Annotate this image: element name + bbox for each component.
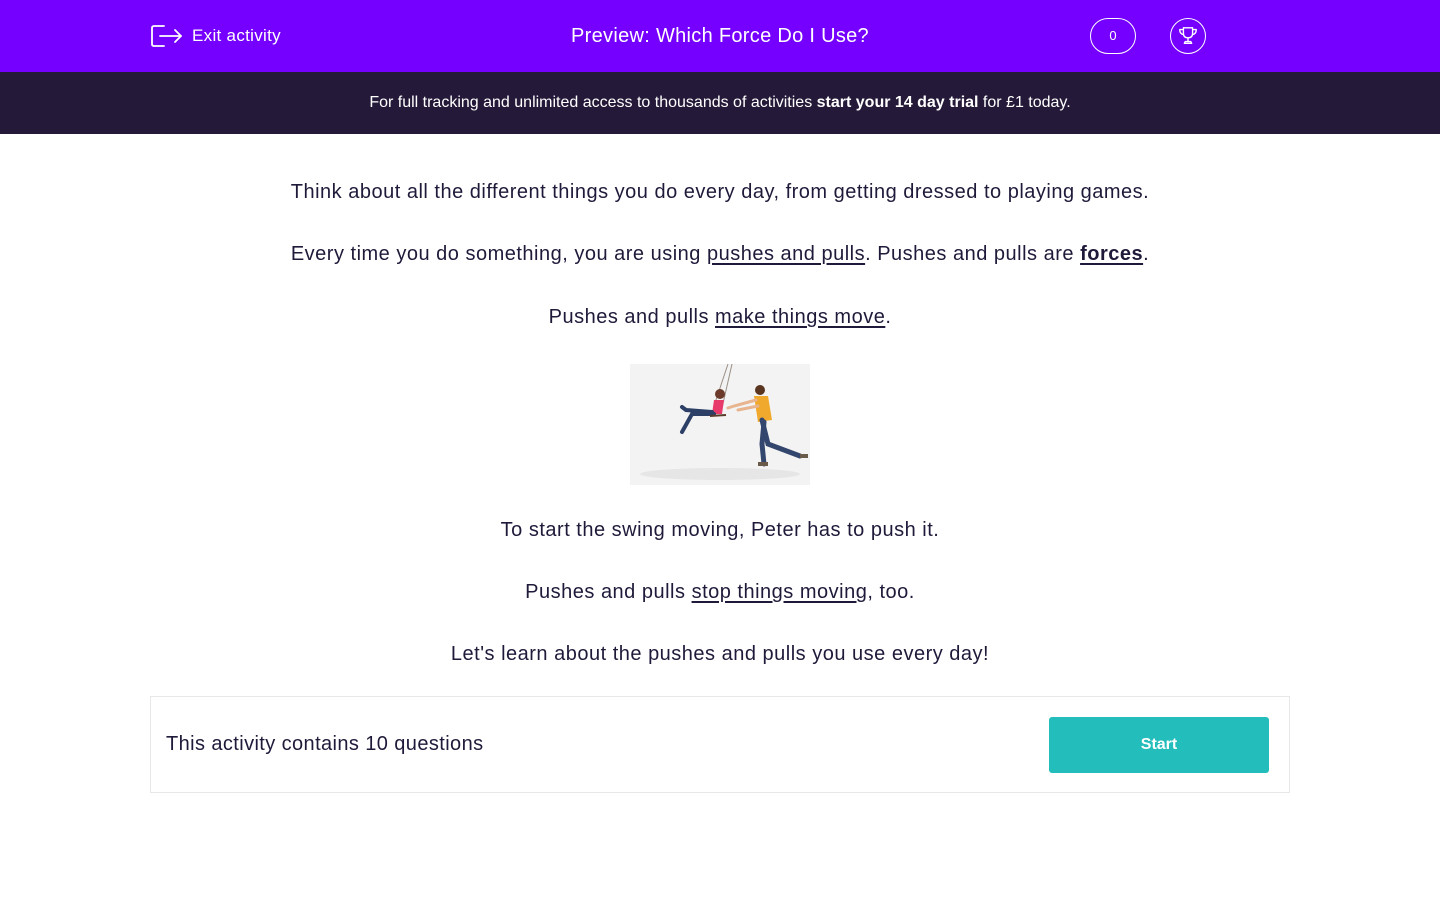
text-span: . bbox=[885, 306, 892, 328]
text-span: . bbox=[1143, 243, 1150, 265]
activity-start-card: This activity contains 10 questions Star… bbox=[150, 696, 1290, 793]
intro-paragraph-1: Think about all the different things you… bbox=[290, 181, 1150, 203]
intro-paragraph-4: To start the swing moving, Peter has to … bbox=[500, 519, 940, 541]
trial-banner: For full tracking and unlimited access t… bbox=[0, 72, 1440, 134]
top-bar: Exit activity Preview: Which Force Do I … bbox=[0, 0, 1440, 72]
text-span: Pushes and pulls bbox=[548, 306, 716, 328]
intro-paragraph-5: Pushes and pulls stop things moving, too… bbox=[0, 581, 1440, 604]
banner-suffix: for £1 today. bbox=[978, 94, 1071, 111]
intro-paragraph-3: Pushes and pulls make things move. bbox=[0, 306, 1440, 329]
exit-activity-label: Exit activity bbox=[192, 26, 281, 45]
make-things-move-link[interactable]: make things move bbox=[715, 306, 885, 328]
text-span: Pushes and pulls bbox=[525, 581, 692, 603]
trophy-button[interactable] bbox=[1170, 18, 1206, 54]
exit-icon bbox=[151, 25, 182, 47]
text-span: . Pushes and pulls are bbox=[865, 243, 1081, 265]
question-count-text: This activity contains 10 questions bbox=[166, 733, 484, 755]
swing-illustration-graphic bbox=[640, 363, 808, 480]
trophy-icon bbox=[1179, 27, 1197, 45]
trial-link[interactable]: start your 14 day trial bbox=[817, 94, 979, 111]
start-button[interactable]: Start bbox=[1049, 717, 1269, 773]
text-span: Every time you do something, you are usi… bbox=[290, 243, 707, 265]
intro-paragraph-6: Let's learn about the pushes and pulls y… bbox=[450, 643, 990, 665]
banner-prefix: For full tracking and unlimited access t… bbox=[369, 94, 817, 111]
stop-things-moving-link[interactable]: stop things moving bbox=[692, 581, 868, 603]
swing-illustration bbox=[630, 363, 810, 485]
intro-paragraph-2: Every time you do something, you are usi… bbox=[0, 243, 1440, 266]
text-span: , too. bbox=[867, 581, 915, 603]
exit-activity-button[interactable]: Exit activity bbox=[150, 22, 281, 50]
forces-link[interactable]: forces bbox=[1080, 243, 1143, 265]
pushes-and-pulls-link[interactable]: pushes and pulls bbox=[707, 243, 865, 265]
score-badge: 0 bbox=[1090, 18, 1136, 54]
